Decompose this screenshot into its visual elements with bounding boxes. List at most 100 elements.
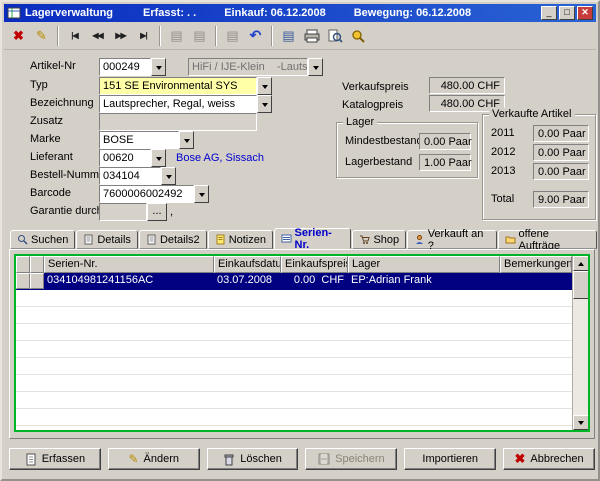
- bezeichnung-input[interactable]: [99, 95, 257, 113]
- artikel-nr-input[interactable]: [99, 58, 151, 76]
- nav-prev-button[interactable]: ◀◀: [86, 24, 109, 47]
- bestell-nummer-label: Bestell-Nummer: [30, 167, 109, 184]
- tab-label: Notizen: [229, 234, 266, 246]
- typ-input[interactable]: [99, 77, 257, 95]
- table-row[interactable]: [16, 324, 572, 341]
- scroll-down-button[interactable]: [573, 415, 589, 430]
- erfassen-button[interactable]: Erfassen: [9, 448, 101, 470]
- scroll-track[interactable]: [573, 299, 588, 415]
- zusatz-input[interactable]: [99, 113, 257, 131]
- marke-input[interactable]: [99, 131, 179, 149]
- table-row-selected[interactable]: 034104981241156AC 03.07.2008 0.00 CHF EP…: [16, 273, 572, 290]
- sheet-button[interactable]: ▤: [221, 24, 244, 47]
- table-row[interactable]: [16, 375, 572, 392]
- tab-strip: Suchen Details Details2 Notizen Serien-N…: [10, 228, 598, 249]
- grid-header-row: Serien-Nr. Einkaufsdatum Einkaufspreis L…: [16, 256, 572, 273]
- lager-groupbox: Lager Mindestbestand 0.00 Paar Lagerbest…: [336, 122, 478, 178]
- cart-icon: [359, 234, 370, 245]
- barcode-dropdown[interactable]: [194, 185, 209, 203]
- aendern-button[interactable]: ✎ Ändern: [108, 448, 200, 470]
- tab-suchen[interactable]: Suchen: [10, 230, 75, 249]
- column-header-serien-nr[interactable]: Serien-Nr.: [44, 256, 214, 273]
- column-header[interactable]: [30, 256, 44, 273]
- bestell-nummer-dropdown[interactable]: [161, 167, 176, 185]
- typ-dropdown[interactable]: [257, 77, 272, 95]
- copy-button[interactable]: ▤: [165, 24, 188, 47]
- tab-shop[interactable]: Shop: [352, 230, 406, 249]
- verkaufte-artikel-groupbox: Verkaufte Artikel 2011 0.00 Paar 2012 0.…: [482, 114, 596, 220]
- app-icon: [7, 6, 21, 20]
- column-header-einkaufsdatum[interactable]: Einkaufsdatum: [214, 256, 281, 273]
- speichern-button[interactable]: Speichern: [305, 448, 397, 470]
- importieren-button[interactable]: Importieren: [404, 448, 496, 470]
- undo-button[interactable]: ↶: [244, 24, 267, 47]
- chevron-down-icon: [184, 139, 190, 146]
- column-header-bemerkungen[interactable]: Bemerkungen: [500, 256, 572, 273]
- tab-details[interactable]: Details: [76, 230, 138, 249]
- save-icon: [318, 453, 330, 465]
- action-button-bar: Erfassen ✎ Ändern Löschen Speichern Impo…: [9, 448, 595, 472]
- lager-group-title: Lager: [343, 116, 377, 128]
- maximize-button[interactable]: □: [559, 6, 575, 20]
- tab-notizen[interactable]: Notizen: [208, 230, 273, 249]
- tab-details2[interactable]: Details2: [139, 230, 207, 249]
- loeschen-button[interactable]: Löschen: [207, 448, 299, 470]
- minimize-button[interactable]: _: [541, 6, 557, 20]
- table-row[interactable]: [16, 426, 572, 430]
- tab-serien-nr[interactable]: Serien-Nr.: [274, 228, 351, 249]
- column-header[interactable]: [16, 256, 30, 273]
- lagerbestand-label: Lagerbestand: [345, 154, 412, 171]
- document-icon: [83, 234, 94, 245]
- paste-button[interactable]: ▤: [188, 24, 211, 47]
- report-icon: ▤: [282, 28, 294, 44]
- cancel-button[interactable]: ✖: [7, 24, 30, 47]
- tab-verkauft-an[interactable]: Verkauft an ?: [407, 230, 497, 249]
- table-row[interactable]: [16, 307, 572, 324]
- abbrechen-button[interactable]: ✖ Abbrechen: [503, 448, 595, 470]
- vertical-scrollbar[interactable]: [572, 256, 588, 430]
- edit-button[interactable]: ✎: [30, 24, 53, 47]
- pencil-icon: ✎: [36, 28, 47, 44]
- article-form: Artikel-Nr HiFi / IJE-Klein -Lautspreche…: [4, 50, 596, 228]
- table-row[interactable]: [16, 392, 572, 409]
- button-label: Importieren: [422, 453, 478, 465]
- scroll-up-button[interactable]: [573, 256, 589, 271]
- tab-label: Serien-Nr.: [295, 227, 345, 251]
- preview-button[interactable]: [323, 24, 346, 47]
- titlebar-erfasst: Erfasst: . .: [143, 7, 196, 19]
- titlebar[interactable]: Lagerverwaltung Erfasst: . . Einkauf: 06…: [4, 4, 596, 22]
- print-button[interactable]: [300, 24, 323, 47]
- marke-dropdown[interactable]: [179, 131, 194, 149]
- tab-label: Shop: [373, 234, 399, 246]
- trash-icon: [223, 453, 235, 466]
- tab-offene-auftraege[interactable]: offene Aufträge: [498, 230, 597, 249]
- nav-first-button[interactable]: |◀: [63, 24, 86, 47]
- chevron-down-icon: [156, 66, 162, 73]
- lieferant-input[interactable]: [99, 149, 151, 167]
- artikel-nr-dropdown[interactable]: [151, 58, 166, 76]
- category-dropdown[interactable]: [308, 58, 323, 76]
- barcode-input[interactable]: [99, 185, 194, 203]
- garantie-ellipsis-button[interactable]: ...: [147, 203, 167, 221]
- jahr-2013-label: 2013: [491, 163, 515, 180]
- search-button[interactable]: [346, 24, 369, 47]
- lieferant-dropdown[interactable]: [151, 149, 166, 167]
- table-row[interactable]: [16, 358, 572, 375]
- bezeichnung-dropdown[interactable]: [257, 95, 272, 113]
- marke-label: Marke: [30, 131, 61, 148]
- category-combo[interactable]: HiFi / IJE-Klein -Lautsprecher: [188, 58, 308, 76]
- scroll-thumb[interactable]: [573, 271, 589, 299]
- column-header-lager[interactable]: Lager: [348, 256, 500, 273]
- table-row[interactable]: [16, 290, 572, 307]
- bestell-nummer-input[interactable]: [99, 167, 161, 185]
- mindestbestand-value: 0.00 Paar: [419, 133, 471, 150]
- nav-next-button[interactable]: ▶▶: [109, 24, 132, 47]
- report-button[interactable]: ▤: [277, 24, 300, 47]
- table-row[interactable]: [16, 341, 572, 358]
- garantie-input[interactable]: [99, 203, 147, 221]
- close-button[interactable]: ✕: [577, 6, 593, 20]
- column-header-einkaufspreis[interactable]: Einkaufspreis: [281, 256, 348, 273]
- table-row[interactable]: [16, 409, 572, 426]
- nav-last-button[interactable]: ▶|: [132, 24, 155, 47]
- cancel-icon: ✖: [514, 451, 525, 467]
